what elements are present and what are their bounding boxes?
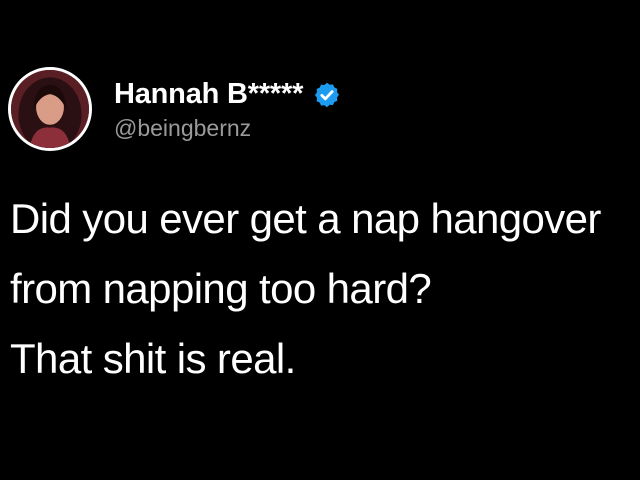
avatar[interactable] bbox=[8, 67, 92, 151]
tweet-text-line: That shit is real. bbox=[10, 335, 296, 382]
author-identity: Hannah B***** @beingbernz bbox=[114, 77, 341, 142]
verified-badge-icon bbox=[313, 81, 341, 109]
avatar-image bbox=[11, 70, 89, 148]
name-row: Hannah B***** bbox=[114, 77, 341, 113]
user-handle[interactable]: @beingbernz bbox=[114, 115, 341, 142]
tweet-text: Did you ever get a nap hangover from nap… bbox=[10, 184, 635, 394]
tweet-text-line: Did you ever get a nap hangover bbox=[10, 195, 601, 242]
tweet-text-line: from napping too hard? bbox=[10, 265, 432, 312]
display-name[interactable]: Hannah B***** bbox=[114, 78, 303, 111]
tweet-card: Hannah B***** @beingbernz Did you ever g… bbox=[0, 0, 640, 480]
tweet-header: Hannah B***** @beingbernz bbox=[8, 64, 341, 154]
